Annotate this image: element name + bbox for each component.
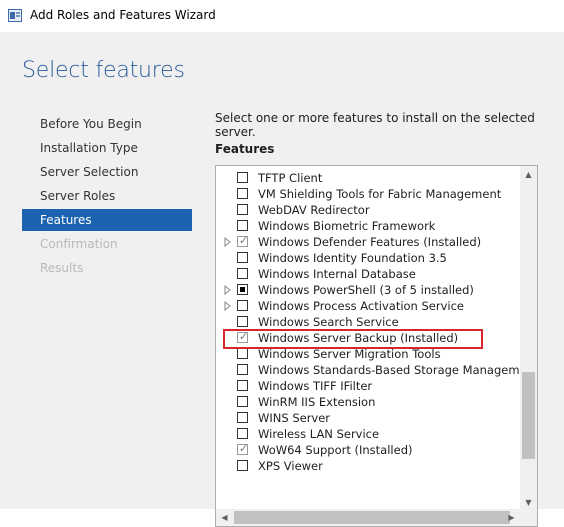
nav-item-features[interactable]: Features (22, 209, 192, 231)
feature-checkbox[interactable] (237, 300, 248, 311)
feature-label: VM Shielding Tools for Fabric Management (258, 187, 502, 201)
feature-label: Windows Biometric Framework (258, 219, 436, 233)
feature-checkbox[interactable] (237, 284, 248, 295)
feature-label: Windows Defender Features (Installed) (258, 235, 482, 249)
feature-item[interactable]: Windows Biometric Framework (216, 218, 526, 234)
feature-label: WoW64 Support (Installed) (258, 443, 413, 457)
feature-checkbox[interactable] (237, 316, 248, 327)
feature-checkbox[interactable] (237, 396, 248, 407)
feature-label: WebDAV Redirector (258, 203, 370, 217)
scroll-left-icon[interactable]: ◀ (216, 509, 233, 526)
horizontal-scroll-thumb[interactable] (234, 511, 510, 524)
feature-item[interactable]: TFTP Client (216, 170, 526, 186)
feature-item[interactable]: ✓ Windows Defender Features (Installed) (216, 234, 526, 250)
feature-item[interactable]: Windows TIFF IFilter (216, 378, 526, 394)
feature-checkbox[interactable] (237, 348, 248, 359)
window-title: Add Roles and Features Wizard (30, 8, 216, 22)
checkmark-icon: ✓ (239, 442, 249, 455)
checkmark-icon: ✓ (239, 234, 249, 247)
feature-checkbox[interactable] (237, 412, 248, 423)
nav-item-server-selection[interactable]: Server Selection (22, 161, 192, 183)
feature-item[interactable]: Windows Search Service (216, 314, 526, 330)
feature-item[interactable]: Windows PowerShell (3 of 5 installed) (216, 282, 526, 298)
feature-checkbox[interactable] (237, 252, 248, 263)
vertical-scrollbar[interactable]: ▲ ▼ (520, 166, 537, 511)
scroll-up-icon[interactable]: ▲ (520, 166, 537, 183)
feature-label: Windows Standards-Based Storage Manageme… (258, 363, 538, 377)
title-bar: Add Roles and Features Wizard (0, 0, 564, 32)
feature-checkbox[interactable] (237, 188, 248, 199)
feature-item[interactable]: Windows Process Activation Service (216, 298, 526, 314)
nav-item-installation-type[interactable]: Installation Type (22, 137, 192, 159)
feature-checkbox[interactable] (237, 460, 248, 471)
feature-checkbox[interactable] (237, 204, 248, 215)
expand-triangle-icon[interactable] (224, 301, 232, 311)
nav-item-results: Results (40, 261, 84, 275)
feature-label: Wireless LAN Service (258, 427, 380, 441)
scroll-right-icon[interactable]: ▶ (503, 509, 520, 526)
nav-item-confirmation: Confirmation (40, 237, 118, 251)
expand-triangle-icon[interactable] (224, 285, 232, 295)
feature-checkbox[interactable] (237, 364, 248, 375)
feature-checkbox[interactable] (237, 428, 248, 439)
feature-checkbox[interactable]: ✓ (237, 234, 249, 247)
feature-label: Windows TIFF IFilter (258, 379, 373, 393)
feature-label: XPS Viewer (258, 459, 323, 473)
nav-item-before-you-begin[interactable]: Before You Begin (22, 113, 192, 135)
feature-item[interactable]: VM Shielding Tools for Fabric Management (216, 186, 526, 202)
feature-checkbox[interactable] (237, 172, 248, 183)
feature-item[interactable]: Wireless LAN Service (216, 426, 526, 442)
feature-item[interactable]: Windows Standards-Based Storage Manageme… (216, 362, 537, 378)
vertical-scroll-thumb[interactable] (522, 372, 535, 459)
feature-item[interactable]: Windows Identity Foundation 3.5 (216, 250, 526, 266)
horizontal-scrollbar[interactable]: ◀ ▶ (216, 509, 537, 526)
feature-item[interactable]: ✓ WoW64 Support (Installed) (216, 442, 526, 458)
feature-item[interactable]: Windows Internal Database (216, 266, 526, 282)
feature-label: Windows Identity Foundation 3.5 (258, 251, 447, 265)
feature-checkbox[interactable] (237, 268, 248, 279)
feature-label: WINS Server (258, 411, 331, 425)
wizard-content: Select features Before You Begin Installa… (0, 32, 564, 527)
page-title: Select features (22, 58, 185, 83)
feature-label: Windows PowerShell (3 of 5 installed) (258, 283, 474, 297)
feature-item[interactable]: WINS Server (216, 410, 526, 426)
instruction-text: Select one or more features to install o… (215, 111, 535, 139)
feature-label: Windows Search Service (258, 315, 399, 329)
server-manager-icon (8, 9, 22, 22)
partial-check-icon (240, 287, 245, 292)
highlight-box (223, 329, 483, 349)
feature-item[interactable]: WinRM IIS Extension (216, 394, 526, 410)
feature-label: WinRM IIS Extension (258, 395, 376, 409)
feature-label: Windows Internal Database (258, 267, 416, 281)
feature-item[interactable]: XPS Viewer (216, 458, 526, 474)
nav-item-server-roles[interactable]: Server Roles (22, 185, 192, 207)
feature-label: TFTP Client (258, 171, 323, 185)
feature-checkbox[interactable] (237, 220, 248, 231)
feature-checkbox[interactable] (237, 380, 248, 391)
features-label: Features (215, 142, 275, 156)
expand-triangle-icon[interactable] (224, 237, 232, 247)
feature-checkbox[interactable]: ✓ (237, 442, 249, 455)
feature-item[interactable]: WebDAV Redirector (216, 202, 526, 218)
feature-label: Windows Process Activation Service (258, 299, 465, 313)
